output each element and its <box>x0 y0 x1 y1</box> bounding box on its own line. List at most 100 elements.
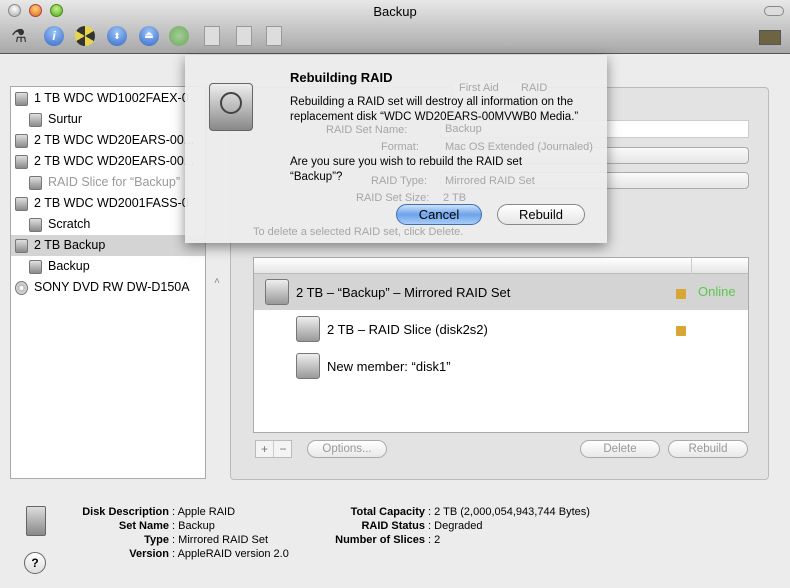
eject-icon[interactable]: ⏏ <box>139 26 159 46</box>
disk-icon <box>29 176 42 190</box>
cancel-button[interactable]: Cancel <box>396 204 482 225</box>
help-button[interactable]: ? <box>24 552 46 574</box>
raid-disk-icon <box>26 506 46 536</box>
remove-button[interactable]: − <box>274 441 292 457</box>
sidebar-item[interactable]: SONY DVD RW DW-D150A <box>11 277 205 298</box>
sidebar-item-label: Backup <box>48 259 90 273</box>
convert-icon[interactable] <box>236 26 252 46</box>
sidebar-item-label: 2 TB WDC WD20EARS-00... <box>34 133 195 147</box>
disk-icon <box>296 353 320 379</box>
raid-size-value: 2 TB <box>443 192 467 204</box>
delete-hint: To delete a selected RAID set, click Del… <box>253 226 464 238</box>
info-key: Version <box>129 548 169 560</box>
disk-utility-icon <box>209 83 253 131</box>
sidebar-item[interactable]: 2 TB WDC WD2001FASS-0 <box>11 193 205 214</box>
microscope-icon[interactable]: ⚗ <box>11 26 31 46</box>
info-row: RAID Status : Degraded <box>330 519 590 533</box>
options-button[interactable]: Options... <box>307 440 387 458</box>
mount-icon[interactable]: ⬍ <box>107 26 127 46</box>
raid-members-table[interactable]: 2 TB – “Backup” – Mirrored RAID Set Onlin… <box>253 257 749 433</box>
info-value: AppleRAID version 2.0 <box>177 548 289 560</box>
disk-icon <box>15 134 28 148</box>
disk-list[interactable]: 1 TB WDC WD1002FAEX-0 Surtur 2 TB WDC WD20… <box>10 86 206 479</box>
lock-icon <box>676 289 686 299</box>
log-icon[interactable] <box>759 30 781 45</box>
format-value: Mac OS Extended (Journaled) <box>445 141 593 153</box>
info-key: Set Name <box>118 520 169 532</box>
disk-icon <box>15 155 28 169</box>
info-row: Type : Mirrored RAID Set <box>60 533 289 547</box>
sidebar-item[interactable]: 2 TB Backup <box>11 235 205 256</box>
info-value: Apple RAID <box>177 506 236 518</box>
info-value: Backup <box>178 520 215 532</box>
info-value: 2 TB (2,000,054,943,744 Bytes) <box>434 506 590 518</box>
sidebar-item[interactable]: 1 TB WDC WD1002FAEX-0 <box>11 88 205 109</box>
sidebar-item[interactable]: Backup <box>11 256 205 277</box>
disk-info-right: Total Capacity : 2 TB (2,000,054,943,744… <box>330 505 590 547</box>
info-key: Total Capacity <box>350 506 425 518</box>
table-row[interactable]: New member: “disk1” <box>254 348 748 384</box>
info-row: Set Name : Backup <box>60 519 289 533</box>
disk-icon <box>29 260 42 274</box>
sidebar-item[interactable]: RAID Slice for “Backup” <box>11 172 205 193</box>
info-row: Total Capacity : 2 TB (2,000,054,943,744… <box>330 505 590 519</box>
title-bar: Backup ⚗ i ⬍ ⏏ <box>0 0 790 54</box>
info-row: Disk Description : Apple RAID <box>60 505 289 519</box>
sidebar-item-label: SONY DVD RW DW-D150A <box>34 280 190 294</box>
dialog-message: Rebuilding a RAID set will destroy all i… <box>290 96 579 123</box>
info-key: Number of Slices <box>335 534 425 546</box>
row-label: New member: “disk1” <box>327 359 451 374</box>
row-label: 2 TB – “Backup” – Mirrored RAID Set <box>296 285 511 300</box>
disk-icon <box>29 113 42 127</box>
info-icon[interactable]: i <box>44 26 64 46</box>
delete-button[interactable]: Delete <box>580 440 660 458</box>
table-row[interactable]: 2 TB – “Backup” – Mirrored RAID Set Onlin… <box>254 274 748 310</box>
add-button[interactable]: + <box>256 441 274 457</box>
sidebar-item-label: 2 TB WDC WD2001FASS-0 <box>34 196 189 210</box>
table-header <box>254 258 748 274</box>
sidebar-item[interactable]: 2 TB WDC WD20EARS-00... <box>11 130 205 151</box>
rebuild-button[interactable]: Rebuild <box>668 440 748 458</box>
lock-icon <box>676 326 686 336</box>
disk-icon <box>265 279 289 305</box>
info-key: Disk Description <box>82 506 169 518</box>
sidebar-item-label: Surtur <box>48 112 83 126</box>
table-row[interactable]: 2 TB – RAID Slice (disk2s2) <box>254 311 748 347</box>
info-key: RAID Status <box>361 520 425 532</box>
confirm-rebuild-button[interactable]: Rebuild <box>497 204 585 225</box>
tab-raid[interactable]: RAID <box>521 82 547 95</box>
sidebar-item[interactable]: Scratch <box>11 214 205 235</box>
info-row: Version : AppleRAID version 2.0 <box>60 547 289 561</box>
burn-icon[interactable] <box>75 26 95 46</box>
sidebar-item-label: RAID Slice for “Backup” <box>48 175 180 189</box>
raid-size-label: RAID Set Size: <box>356 192 430 204</box>
info-key: Type <box>144 534 169 546</box>
tab-first-aid[interactable]: First Aid <box>459 82 499 95</box>
toolbar-toggle-button[interactable] <box>764 6 784 16</box>
splitter-handle[interactable]: ˄ <box>214 276 220 287</box>
row-label: 2 TB – RAID Slice (disk2s2) <box>327 322 488 337</box>
disk-icon <box>15 197 28 211</box>
info-value: 2 <box>434 534 441 546</box>
sidebar-item[interactable]: Surtur <box>11 109 205 130</box>
disk-icon <box>15 92 28 106</box>
raid-type-label: RAID Type: <box>371 175 428 187</box>
set-name-value: Backup <box>445 123 482 135</box>
disk-icon <box>29 218 42 232</box>
new-image-icon[interactable] <box>204 26 220 46</box>
enable-journaling-icon[interactable] <box>169 26 189 46</box>
dialog-title: Rebuilding RAID <box>290 70 393 85</box>
optical-disc-icon <box>15 281 28 295</box>
add-remove-group: + − <box>255 440 292 458</box>
sidebar-item[interactable]: 2 TB WDC WD20EARS-00... <box>11 151 205 172</box>
disk-info-left: Disk Description : Apple RAID Set Name : … <box>60 505 289 561</box>
sidebar-item-label: 2 TB WDC WD20EARS-00... <box>34 154 195 168</box>
resize-image-icon[interactable] <box>266 26 282 46</box>
status-label: Online <box>698 284 736 299</box>
set-name-label: RAID Set Name: <box>326 124 408 136</box>
disk-icon <box>15 239 28 253</box>
info-value: Mirrored RAID Set <box>178 534 269 546</box>
sidebar-item-label: Scratch <box>48 217 91 231</box>
info-row: Number of Slices : 2 <box>330 533 590 547</box>
raid-type-value: Mirrored RAID Set <box>445 175 535 187</box>
